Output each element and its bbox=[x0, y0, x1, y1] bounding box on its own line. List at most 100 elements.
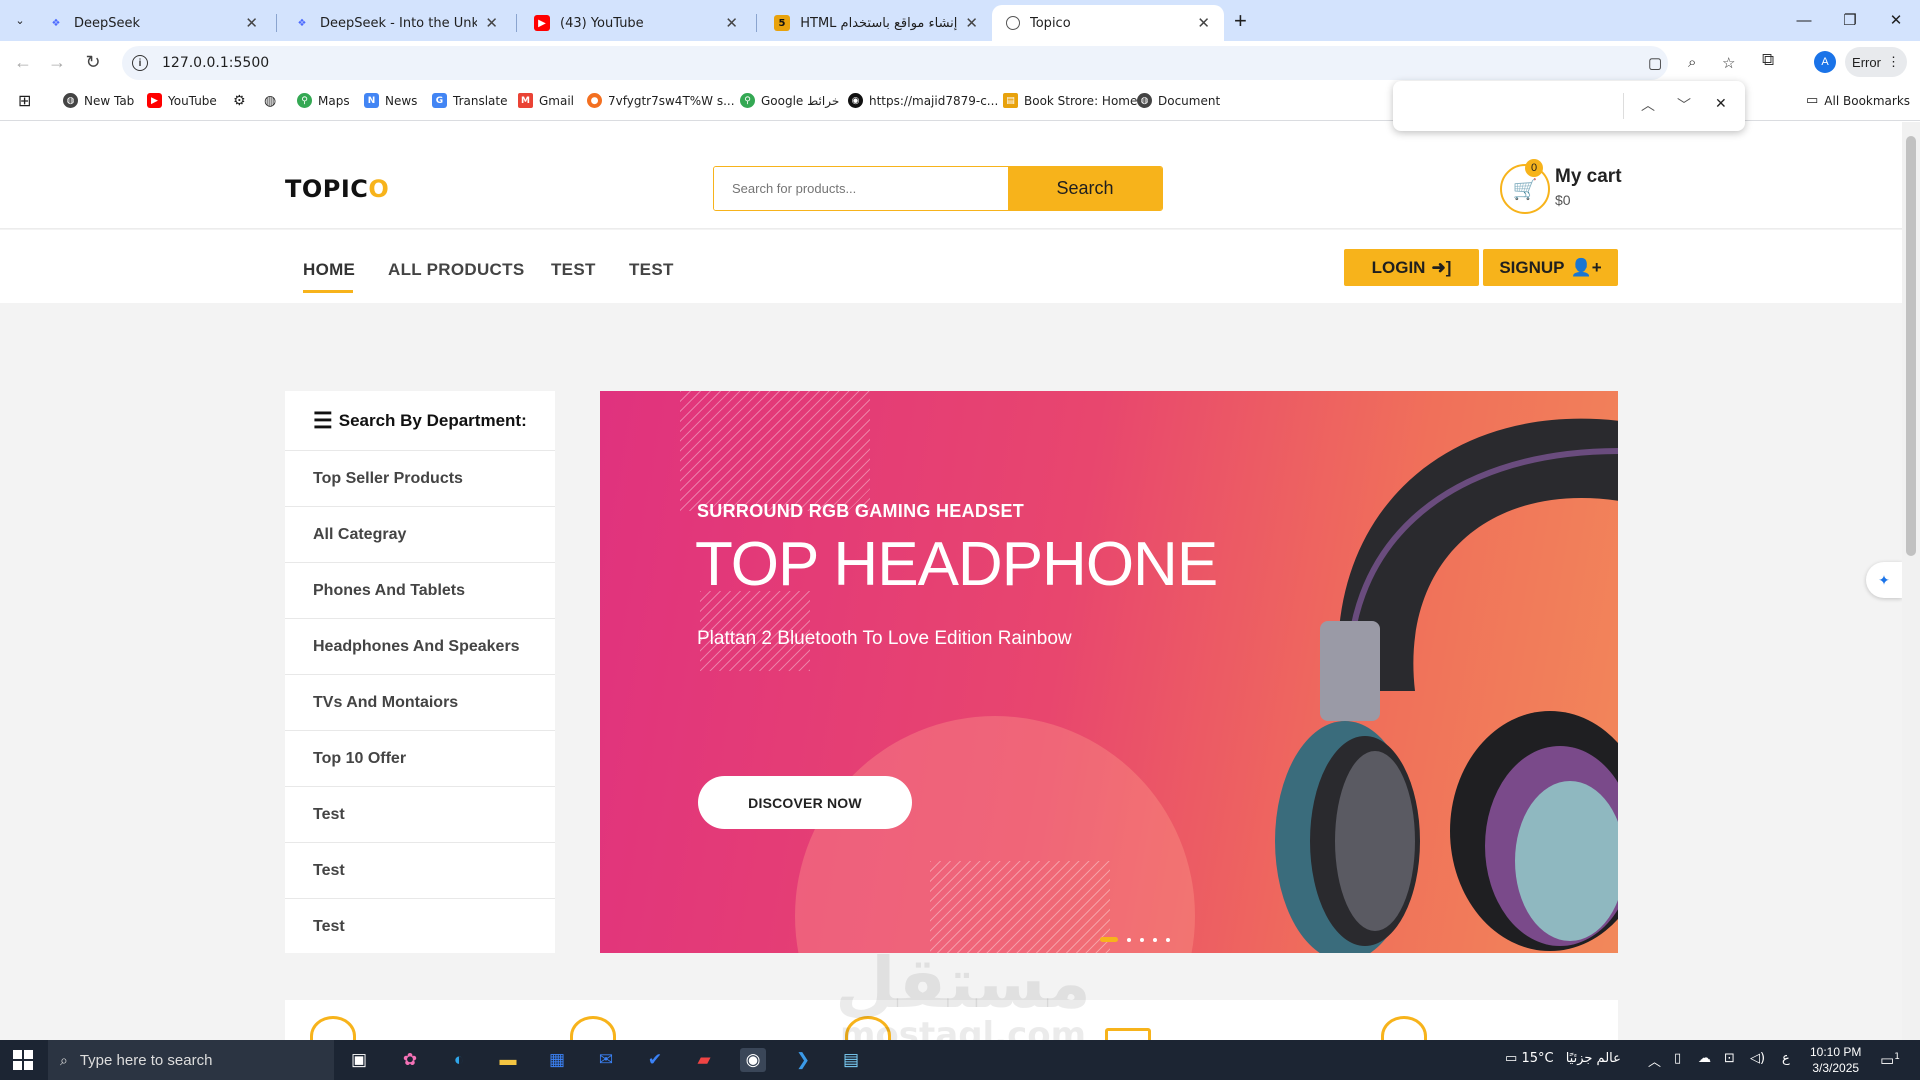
site-info-icon[interactable]: i bbox=[132, 55, 148, 71]
forward-arrow-icon[interactable]: → bbox=[44, 49, 70, 75]
new-tab-plus-icon[interactable]: + bbox=[1234, 8, 1247, 34]
close-tab-icon[interactable]: ✕ bbox=[245, 14, 258, 32]
tray-volume-icon[interactable]: ◁) bbox=[1750, 1051, 1765, 1066]
tray-network-icon[interactable]: ⊡ bbox=[1724, 1051, 1735, 1066]
find-next-icon[interactable]: ﹀ bbox=[1677, 95, 1691, 115]
nav-test[interactable]: TEST bbox=[551, 260, 596, 280]
input-language-icon[interactable]: ع bbox=[1782, 1051, 1790, 1066]
close-tab-icon[interactable]: ✕ bbox=[725, 14, 738, 32]
file-explorer-icon[interactable]: ▬ bbox=[495, 1048, 521, 1072]
tray-onedrive-icon[interactable]: ☁ bbox=[1698, 1051, 1711, 1066]
site-header: TOPICO Search 🛒 0 My cart $0 bbox=[0, 122, 1902, 229]
tray-battery-icon[interactable]: ▯ bbox=[1674, 1051, 1681, 1066]
chrome-icon[interactable]: ◉ bbox=[740, 1048, 766, 1072]
settings-gear-icon[interactable]: ⚙ bbox=[233, 93, 246, 109]
browser-tab[interactable]: 5 إنشاء مواقع باستخدام HTML وcss ✕ bbox=[760, 5, 992, 41]
signup-button[interactable]: SIGNUP 👤+ bbox=[1483, 249, 1618, 286]
browser-tab[interactable]: ❖ DeepSeek ✕ bbox=[34, 5, 272, 41]
edge-icon[interactable]: ◐ bbox=[446, 1048, 472, 1072]
extensions-puzzle-icon[interactable]: ⧉ bbox=[1762, 50, 1774, 70]
news-icon: N bbox=[364, 93, 379, 108]
carousel-dot-active[interactable] bbox=[1100, 937, 1118, 942]
carousel-dot[interactable] bbox=[1153, 937, 1157, 942]
bookmark-item[interactable]: M Gmail bbox=[518, 93, 574, 108]
department-item[interactable]: Test bbox=[285, 787, 555, 843]
globe-icon[interactable]: ◍ bbox=[264, 93, 276, 109]
bookmark-star-icon[interactable]: ☆ bbox=[1722, 54, 1735, 72]
browser-tab-active[interactable]: Topico ✕ bbox=[992, 5, 1224, 41]
browser-tab[interactable]: ❖ DeepSeek - Into the Unknown ✕ bbox=[280, 5, 512, 41]
bookmark-item[interactable]: ● 7vfygtr7sw4T%W s... bbox=[587, 93, 735, 108]
find-close-icon[interactable]: ✕ bbox=[1715, 95, 1727, 112]
nav-test[interactable]: TEST bbox=[629, 260, 674, 280]
cart-title[interactable]: My cart bbox=[1555, 166, 1622, 188]
close-window-icon[interactable]: ✕ bbox=[1876, 6, 1916, 34]
carousel-dot[interactable] bbox=[1166, 937, 1170, 942]
notepad-icon[interactable]: ▤ bbox=[838, 1048, 864, 1072]
back-arrow-icon[interactable]: ← bbox=[10, 49, 36, 75]
close-tab-icon[interactable]: ✕ bbox=[1197, 14, 1210, 32]
hamburger-menu-icon[interactable]: ☰ bbox=[313, 408, 333, 434]
all-bookmarks-folder[interactable]: ▭ All Bookmarks bbox=[1806, 93, 1910, 108]
profile-avatar[interactable]: A bbox=[1814, 51, 1836, 73]
taskbar-search[interactable]: ⌕ Type here to search bbox=[48, 1040, 334, 1080]
close-tab-icon[interactable]: ✕ bbox=[965, 14, 978, 32]
site-logo[interactable]: TOPICO bbox=[285, 175, 389, 203]
department-item[interactable]: Top 10 Offer bbox=[285, 731, 555, 787]
carousel-dot[interactable] bbox=[1140, 937, 1144, 942]
weather-widget[interactable]: ▭ 15°C عالم جزئيًا bbox=[1505, 1051, 1621, 1066]
bookmark-item[interactable]: ◍ New Tab bbox=[63, 93, 134, 108]
find-input[interactable] bbox=[1405, 91, 1705, 121]
scrollbar-thumb[interactable] bbox=[1906, 136, 1916, 556]
bookmark-item[interactable]: G Translate bbox=[432, 93, 508, 108]
bookmark-item[interactable]: N News bbox=[364, 93, 417, 108]
minimize-icon[interactable]: — bbox=[1784, 6, 1824, 34]
store-icon[interactable]: ▦ bbox=[544, 1048, 570, 1072]
bookmark-item[interactable]: ▶ YouTube bbox=[147, 93, 217, 108]
todo-icon[interactable]: ✔ bbox=[642, 1048, 668, 1072]
department-item[interactable]: Headphones And Speakers bbox=[285, 619, 555, 675]
reload-icon[interactable]: ↻ bbox=[80, 49, 106, 75]
restore-icon[interactable]: ❐ bbox=[1830, 6, 1870, 34]
side-extension-icon[interactable]: ✦ bbox=[1866, 562, 1902, 598]
department-item[interactable]: TVs And Montaiors bbox=[285, 675, 555, 731]
address-bar[interactable]: i 127.0.0.1:5500 ▢ ⌕ ☆ bbox=[122, 46, 1735, 80]
department-item[interactable]: Phones And Tablets bbox=[285, 563, 555, 619]
department-item[interactable]: All Categray bbox=[285, 507, 555, 563]
tab-search-dropdown[interactable]: ⌄ bbox=[9, 9, 31, 31]
apps-grid-icon[interactable]: ⊞ bbox=[18, 91, 31, 110]
windows-start-icon[interactable] bbox=[13, 1050, 33, 1070]
tray-chevron-icon[interactable]: ︿ bbox=[1648, 1051, 1661, 1070]
profile-error-button[interactable]: Error ⋮ bbox=[1845, 47, 1907, 77]
mail-icon[interactable]: ✉ bbox=[593, 1048, 619, 1072]
bookmark-item[interactable]: ◉ https://majid7879-c... bbox=[848, 93, 998, 108]
bookmark-item[interactable]: ⚲ Maps bbox=[297, 93, 350, 108]
bookmark-item[interactable]: ▤ Book Strore: Home bbox=[1003, 93, 1137, 108]
task-view-icon[interactable]: ▣ bbox=[346, 1048, 372, 1072]
discover-now-button[interactable]: DISCOVER NOW bbox=[698, 776, 912, 829]
copilot-icon[interactable]: ✿ bbox=[397, 1048, 423, 1072]
zoom-icon[interactable]: ⌕ bbox=[1688, 54, 1696, 71]
page-scrollbar[interactable] bbox=[1902, 122, 1920, 1040]
close-tab-icon[interactable]: ✕ bbox=[485, 14, 498, 32]
notification-center-icon[interactable]: ▭1 bbox=[1880, 1051, 1900, 1069]
vscode-icon[interactable]: ❯ bbox=[790, 1048, 816, 1072]
page-doc-icon[interactable]: ▢ bbox=[1648, 54, 1662, 72]
carousel-dot[interactable] bbox=[1127, 937, 1131, 942]
search-button[interactable]: Search bbox=[1008, 167, 1162, 210]
nav-all-products[interactable]: ALL PRODUCTS bbox=[388, 260, 524, 280]
nav-home[interactable]: HOME bbox=[303, 260, 355, 280]
department-item[interactable]: Top Seller Products bbox=[285, 451, 555, 507]
browser-tab[interactable]: ▶ (43) YouTube ✕ bbox=[520, 5, 752, 41]
translate-icon: G bbox=[432, 93, 447, 108]
find-previous-icon[interactable]: ︿ bbox=[1641, 95, 1655, 115]
taskbar-clock[interactable]: 10:10 PM 3/3/2025 bbox=[1810, 1044, 1861, 1076]
department-item[interactable]: Test bbox=[285, 899, 555, 955]
login-button[interactable]: LOGIN ➜] bbox=[1344, 249, 1479, 286]
bookmark-item[interactable]: ⚲ Google خرائط bbox=[740, 93, 839, 108]
bookmark-item[interactable]: ◍ Document bbox=[1137, 93, 1220, 108]
acrobat-icon[interactable]: ▰ bbox=[691, 1048, 717, 1072]
youtube-icon: ▶ bbox=[147, 93, 162, 108]
product-search-input[interactable] bbox=[714, 167, 1008, 210]
department-item[interactable]: Test bbox=[285, 843, 555, 899]
